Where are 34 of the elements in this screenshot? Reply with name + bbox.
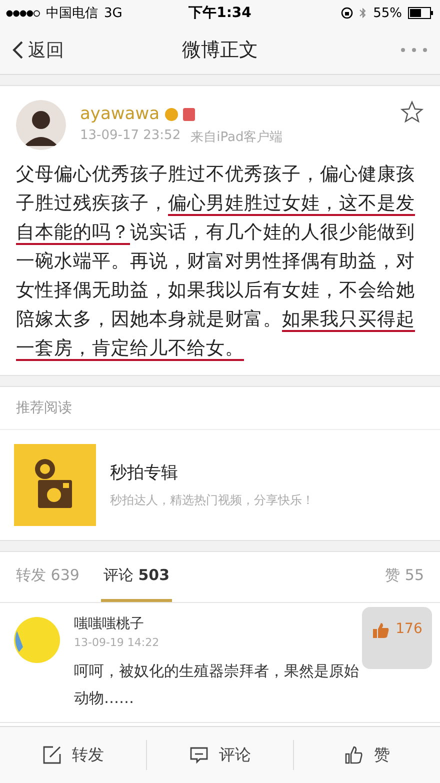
toolbar-button[interactable]: 赞 bbox=[293, 740, 440, 770]
thumbs-up-icon bbox=[344, 745, 364, 765]
comment-time: 13-09-19 14:22 bbox=[74, 636, 160, 649]
section-heading: 推荐阅读 bbox=[0, 387, 440, 430]
battery-percent: 55% bbox=[373, 6, 402, 20]
post-text: 父母偏心优秀孩子胜过不优秀孩子，偏心健康孩子胜过残疾孩子，偏心男娃胜过女娃，这不是发自本能的吗？说实话，有几个娃的人很少能做到一碗水端平。再说，财富对男性择偶有助益，对女性择偶无助益，如果我以后有女娃，不会给她陪嫁太多，因她本身就是财富。如果我只买得起一套房，肯定给儿不给女。 bbox=[16, 163, 416, 361]
network-type: 3G bbox=[104, 6, 122, 20]
post-time: 13-09-17 23:52 bbox=[80, 128, 181, 145]
thumbs-up-icon bbox=[372, 621, 390, 639]
album-title[interactable]: 秒拍专辑 bbox=[110, 461, 314, 484]
chevron-left-icon bbox=[12, 40, 24, 60]
carrier-name: 中国电信 bbox=[46, 5, 98, 22]
page-title: 微博正文 bbox=[182, 38, 258, 63]
avatar[interactable] bbox=[16, 100, 66, 150]
commenter-name[interactable]: 嗤嗤嗤桃子 bbox=[74, 615, 362, 633]
toolbar-button[interactable]: 转发 bbox=[0, 740, 146, 770]
battery-icon bbox=[408, 7, 434, 19]
bluetooth-icon bbox=[359, 7, 368, 19]
toolbar-button[interactable]: 评论 bbox=[146, 740, 293, 770]
member-badge-icon bbox=[164, 108, 178, 120]
level-badge-icon bbox=[182, 108, 195, 120]
album-subtitle: 秒拍达人，精选热门视频，分享快乐！ bbox=[110, 492, 314, 509]
lock-icon bbox=[341, 7, 354, 19]
edit-icon bbox=[42, 745, 62, 765]
tab[interactable]: 评论 503 bbox=[101, 552, 172, 602]
post-source: 来自iPad客户端 bbox=[190, 129, 283, 146]
more-icon[interactable] bbox=[400, 47, 428, 53]
comment-icon bbox=[189, 745, 209, 765]
comment-text: 呵呵，被奴化的生殖器崇拜者，果然是原始动物…… bbox=[74, 661, 360, 709]
star-icon[interactable] bbox=[400, 100, 424, 124]
signal-icon bbox=[6, 10, 40, 16]
camera-icon[interactable] bbox=[14, 444, 96, 526]
back-button[interactable]: 返回 bbox=[12, 38, 64, 62]
status-time: 下午1:34 bbox=[188, 4, 252, 22]
